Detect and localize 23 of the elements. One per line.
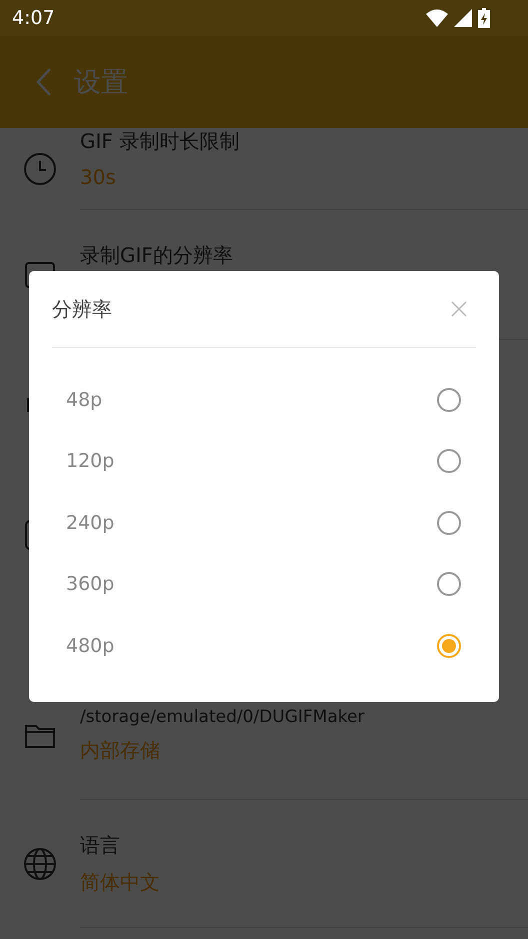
option-label[interactable]: 240p <box>66 512 114 534</box>
option-label[interactable]: 480p <box>66 634 114 657</box>
setting-title: GIF 录制时长限制 <box>80 128 240 155</box>
setting-value: 内部存储 <box>80 737 161 764</box>
option-label[interactable]: 48p <box>66 388 102 411</box>
battery-icon <box>478 8 490 28</box>
dialog-title: 分辨率 <box>52 296 112 322</box>
setting-title: 录制GIF的分辨率 <box>80 242 234 269</box>
radio-button[interactable] <box>437 449 461 474</box>
option-label[interactable]: 120p <box>66 450 114 472</box>
setting-value: 30s <box>80 165 117 189</box>
wifi-icon <box>426 9 448 27</box>
status-time: 4:07 <box>12 7 55 29</box>
option-label[interactable]: 360p <box>66 573 114 596</box>
radio-button[interactable] <box>437 634 461 658</box>
setting-title: 语言 <box>80 832 121 858</box>
setting-title: /storage/emulated/0/DUGIFMaker <box>80 707 366 727</box>
radio-button[interactable] <box>437 510 461 535</box>
signal-icon <box>454 9 472 27</box>
radio-button[interactable] <box>437 572 461 596</box>
setting-value: 简体中文 <box>80 868 161 896</box>
radio-button[interactable] <box>437 388 461 412</box>
app-bar-title: 设置 <box>74 66 128 100</box>
